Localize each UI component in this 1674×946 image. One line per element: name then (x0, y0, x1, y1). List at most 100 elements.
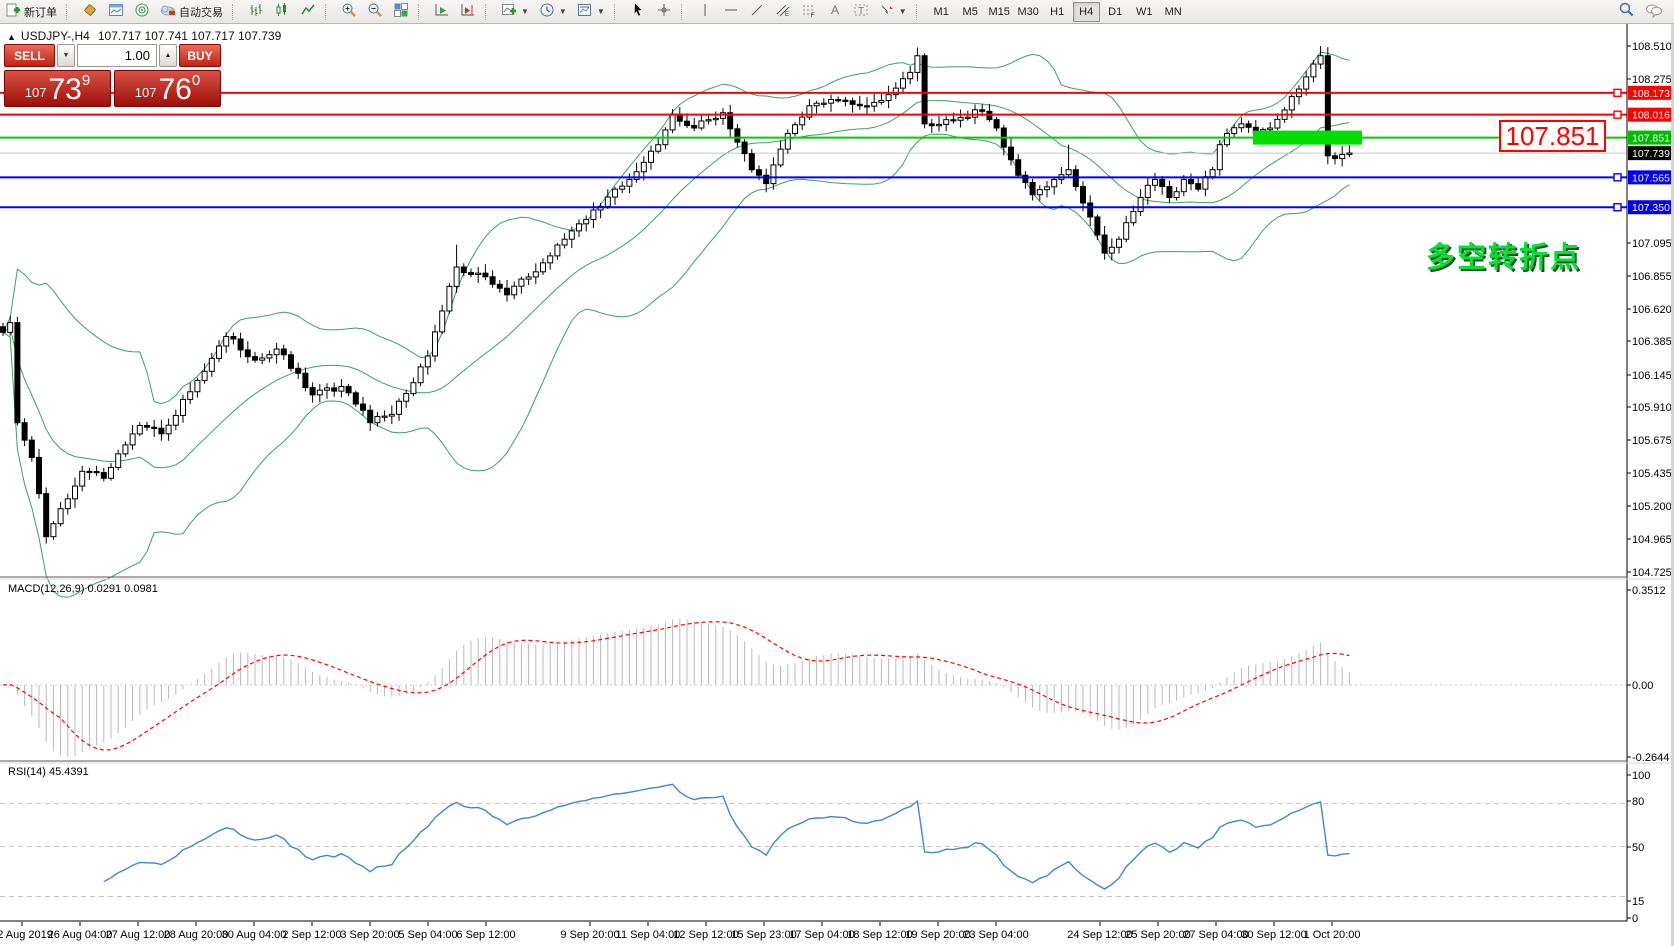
time-tick-label: 2 Sep 12:00 (282, 929, 341, 941)
price-tick-label: 108.510 (1632, 41, 1672, 53)
candlestick-chart-button[interactable] (270, 2, 294, 22)
text-button[interactable]: A (823, 2, 847, 22)
chart-ohlc-values: 107.717 107.741 107.717 107.739 (98, 29, 282, 43)
templates-button[interactable]: ▼ (573, 2, 609, 22)
price-tick-label: 104.965 (1632, 534, 1672, 546)
svg-text:A: A (831, 3, 839, 17)
text-a-icon: A (827, 2, 843, 21)
tile-windows-button[interactable] (389, 2, 413, 22)
trendline-icon (749, 2, 765, 21)
indicators-button[interactable]: ▼ (497, 2, 533, 22)
signals-button[interactable] (130, 2, 154, 22)
price-tick-label: 106.145 (1632, 370, 1672, 382)
volume-input[interactable]: 1.00 (77, 44, 157, 67)
auto-scroll-button[interactable] (430, 2, 454, 22)
price-tick-label: 105.910 (1632, 402, 1672, 414)
channel-button[interactable]: E (771, 2, 795, 22)
time-tick-label: 22 Aug 2019 (0, 929, 53, 941)
mt4-window: 新订单 自动交易 (0, 0, 1674, 946)
periods-button[interactable]: ▼ (535, 2, 571, 22)
toolbar-grip (614, 4, 621, 20)
time-tick-label: 6 Sep 12:00 (456, 929, 515, 941)
bar-chart-icon (248, 2, 264, 21)
price-level-text-box[interactable]: 107.851 (1499, 120, 1606, 152)
fibonacci-button[interactable]: F (797, 2, 821, 22)
bid-price-button[interactable]: 107 73 9 (4, 70, 111, 107)
chart-shift-button[interactable] (456, 2, 480, 22)
gold-box-icon (82, 2, 98, 21)
tile-windows-icon (393, 2, 409, 21)
line-chart-button[interactable] (296, 2, 320, 22)
autotrading-button[interactable]: 自动交易 (156, 2, 227, 22)
rsi-tick-label: 100 (1632, 770, 1650, 782)
rsi-panel: RSI(14) 45.43911008050150 (0, 766, 1650, 925)
collapse-panel-icon[interactable]: ▲ (7, 32, 16, 42)
price-level-lines (0, 89, 1627, 210)
price-tick-label: 106.620 (1632, 304, 1672, 316)
cursor-button[interactable] (626, 2, 650, 22)
toolbar-grip (325, 4, 332, 20)
time-tick-label: 23 Sep 04:00 (963, 929, 1028, 941)
text-label-button[interactable]: T (849, 2, 873, 22)
time-tick-label: 26 Aug 04:00 (48, 929, 113, 941)
svg-text:T: T (858, 6, 864, 17)
time-tick-label: 24 Sep 12:00 (1067, 929, 1132, 941)
macd-tick-label: -0.2644 (1632, 752, 1669, 764)
price-tick-label: 105.675 (1632, 435, 1672, 447)
navigator-button[interactable] (104, 2, 128, 22)
volume-increase-button[interactable]: ▲ (159, 44, 177, 67)
time-tick-label: 11 Sep 04:00 (616, 929, 681, 941)
timeframe-h4[interactable]: H4 (1073, 2, 1100, 22)
bar-chart-button[interactable] (244, 2, 268, 22)
template-icon (577, 2, 593, 21)
toolbar-grip (418, 4, 425, 20)
fibonacci-icon: F (801, 2, 817, 21)
time-tick-label: 3 Sep 20:00 (340, 929, 399, 941)
ask-price-button[interactable]: 107 76 0 (114, 70, 221, 107)
horizontal-line-button[interactable] (719, 2, 743, 22)
time-tick-label: 5 Sep 04:00 (398, 929, 457, 941)
turning-point-annotation[interactable]: 多空转折点 (1426, 234, 1581, 276)
cursor-icon (630, 2, 646, 21)
zoom-in-button[interactable] (337, 2, 361, 22)
toolbar: 新订单 自动交易 (0, 0, 1674, 24)
buy-button[interactable]: BUY (179, 44, 221, 67)
zoom-out-button[interactable] (363, 2, 387, 22)
chart-shift-icon (460, 2, 476, 21)
timeframe-m30[interactable]: M30 (1015, 2, 1042, 22)
timeframe-m15[interactable]: M15 (986, 2, 1013, 22)
volume-decrease-button[interactable]: ▼ (57, 44, 75, 67)
signal-waves-icon (134, 2, 150, 21)
sell-button[interactable]: SELL (4, 44, 55, 67)
new-order-button[interactable]: 新订单 (1, 2, 61, 22)
timeframe-mn[interactable]: MN (1160, 2, 1187, 22)
arrows-button[interactable]: ▼ (875, 2, 911, 22)
chat-button[interactable] (1641, 1, 1667, 21)
timeframe-d1[interactable]: D1 (1102, 2, 1129, 22)
timeframe-m1[interactable]: M1 (928, 2, 955, 22)
vertical-line-button[interactable] (693, 2, 717, 22)
price-tick-label: 105.435 (1632, 468, 1672, 480)
new-order-label: 新订单 (24, 4, 57, 20)
time-tick-label: 12 Sep 12:00 (673, 929, 738, 941)
search-button[interactable] (1614, 1, 1639, 21)
chart-symbol-period: USDJPY-,H4 (21, 29, 90, 43)
data-window-button[interactable] (78, 2, 102, 22)
bollinger-bands (3, 52, 1349, 597)
macd-panel: MACD(12,26,9) 0.0291 0.09810.35120.00-0.… (0, 583, 1669, 764)
zoom-in-icon (341, 2, 357, 21)
ask-price-pip: 0 (192, 72, 200, 89)
timeframe-w1[interactable]: W1 (1131, 2, 1158, 22)
trendline-button[interactable] (745, 2, 769, 22)
autotrading-icon (160, 2, 176, 21)
highlight-zone-rect (1253, 131, 1362, 145)
time-tick-label: 15 Sep 23:00 (731, 929, 796, 941)
price-axis: 108.510108.275107.095106.855106.620106.3… (1627, 41, 1673, 579)
time-tick-label: 9 Sep 20:00 (560, 929, 619, 941)
price-tick-label: 105.200 (1632, 501, 1672, 513)
timeframe-h1[interactable]: H1 (1044, 2, 1071, 22)
crosshair-button[interactable] (652, 2, 676, 22)
price-level-tag: 108.016 (1632, 110, 1670, 122)
toolbar-grip (681, 4, 688, 20)
timeframe-m5[interactable]: M5 (957, 2, 984, 22)
